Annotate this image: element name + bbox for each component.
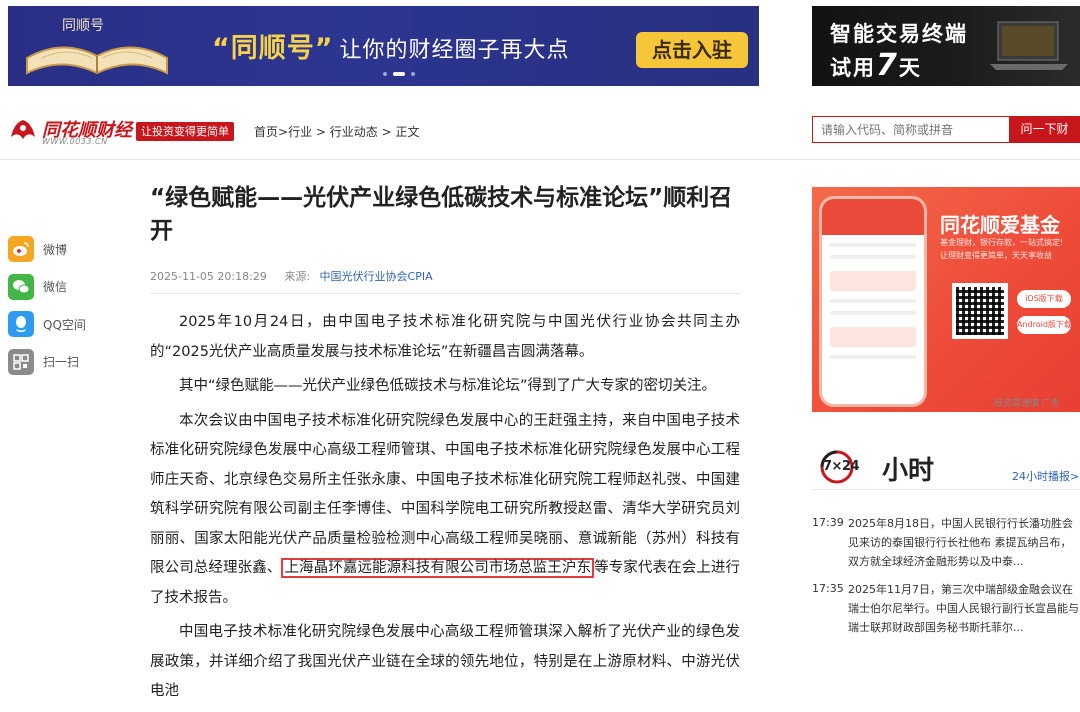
share-scan-label: 扫一扫 — [43, 355, 80, 369]
article: “绿色赋能——光伏产业绿色低碳技术与标准论坛”顺利召开 2025-11-05 2… — [150, 182, 740, 712]
banner-join-button[interactable]: 点击入驻 — [636, 32, 748, 68]
banner-slogan-tail: 让你的财经圈子再大点 — [339, 38, 570, 63]
article-source-label: 来源: — [284, 270, 311, 283]
stock-search-input[interactable] — [812, 116, 1010, 143]
ask-finance-button[interactable]: 问一下财 — [1009, 116, 1080, 143]
top-banner-ad[interactable]: 同顺号 “同顺号” 让你的财经圈子再大点 点击入驻 — [8, 6, 759, 86]
breadcrumb: 首页>行业 > 行业动态 > 正文 — [254, 123, 420, 140]
carousel-dots — [380, 72, 418, 76]
ths-logo-icon[interactable] — [8, 117, 38, 143]
qzone-icon — [8, 311, 34, 337]
share-wechat[interactable]: 微信 — [8, 273, 108, 300]
android-download-button[interactable]: Android版下载 — [1017, 316, 1072, 334]
article-source-link[interactable]: 中国光伏行业协会CPIA — [320, 270, 433, 283]
article-date: 2025-11-05 20:18:29 — [150, 270, 267, 283]
breadcrumb-industry-news[interactable]: 行业动态 — [330, 125, 378, 139]
trading-ad-line2: 试用7天 — [830, 48, 922, 83]
trading-ad-days: 7 — [876, 48, 899, 83]
wechat-icon — [8, 273, 34, 300]
article-paragraph: 本次会议由中国电子技术标准化研究院绿色发展中心的王赶强主持，来自中国电子技术标准… — [150, 407, 740, 614]
trading-terminal-ad[interactable]: 智能交易终端 试用7天 — [812, 6, 1080, 86]
share-weibo[interactable]: 微博 — [8, 236, 108, 262]
news-7x24-badge: 7×24 — [823, 459, 860, 474]
fund-app-subtitle: 基金理财，银行存款，一站式搞定! — [940, 238, 1064, 247]
carousel-dot-active[interactable] — [393, 72, 405, 76]
trading-ad-prefix: 试用 — [830, 56, 876, 80]
article-title: “绿色赋能——光伏产业绿色低碳技术与标准论坛”顺利召开 — [150, 185, 733, 244]
news-list: 17:39 2025年8月18日，中国人民银行行长潘功胜会见来访的泰国银行行长社… — [812, 514, 1080, 646]
fund-app-title: 同花顺爱基金 — [940, 213, 1060, 237]
weibo-icon — [8, 236, 34, 262]
breadcrumb-sep: > — [312, 125, 330, 139]
qr-code — [952, 283, 1008, 339]
share-qzone-label: QQ空间 — [43, 317, 86, 332]
article-paragraph: 其中“绿色赋能——光伏产业绿色低碳技术与标准论坛”得到了广大专家的密切关注。 — [179, 378, 717, 394]
laptop-icon — [990, 21, 1068, 70]
banner-slogan: “同顺号” 让你的财经圈子再大点 — [212, 26, 570, 65]
share-sidebar: 微博 微信 QQ空间 扫一扫 — [8, 236, 108, 386]
ios-download-button[interactable]: iOS版下载 — [1017, 290, 1071, 308]
breadcrumb-current: 正文 — [395, 125, 420, 139]
site-slogan-badge: 让投资变得更简单 — [136, 122, 234, 141]
article-body: 2025年10月24日，由中国电子技术标准化研究院与中国光伏行业协会共同主办的“… — [150, 308, 740, 707]
article-meta: 2025-11-05 20:18:29 来源: 中国光伏行业协会CPIA — [150, 268, 740, 294]
fund-app-ad[interactable]: 同花顺爱基金 基金理财，银行存款，一站式搞定! 让理财变得更简单，天天享收益 i… — [812, 187, 1080, 412]
paragraph-text: 本次会议由中国电子技术标准化研究院绿色发展中心的王赶强主持，来自中国电子技术标准… — [150, 412, 740, 577]
news-7x24-title: 小时 — [882, 456, 935, 486]
trading-ad-suffix: 天 — [898, 56, 922, 80]
news-text[interactable]: 2025年8月18日，中国人民银行行长潘功胜会见来访的泰国银行行长社他布 素提瓦… — [848, 514, 1080, 571]
breadcrumb-industry[interactable]: 行业 — [288, 125, 312, 139]
share-qzone[interactable]: QQ空间 — [8, 311, 108, 337]
phone-mockup — [822, 199, 924, 404]
banner-slogan-main: “同顺号” — [212, 33, 334, 64]
ad-disclaimer: 投资需谨慎 广告 — [994, 399, 1060, 409]
qrcode-icon — [8, 348, 34, 375]
breadcrumb-sep: > — [278, 125, 289, 139]
trading-ad-line1: 智能交易终端 — [830, 22, 968, 46]
news-text[interactable]: 2025年11月7日，第三次中瑞部级金融会议在瑞士伯尔尼举行。中国人民银行副行长… — [848, 580, 1080, 637]
site-logo-url: WWW.0033.CN — [42, 137, 108, 146]
carousel-dot[interactable] — [411, 72, 415, 76]
site-header: 同花顺财经 WWW.0033.CN 让投资变得更简单 首页>行业 > 行业动态 … — [0, 100, 1080, 160]
list-item[interactable]: 17:39 2025年8月18日，中国人民银行行长潘功胜会见来访的泰国银行行长社… — [812, 514, 1080, 580]
svg-text:同顺号: 同顺号 — [62, 18, 104, 34]
highlighted-speaker: 上海晶环嘉远能源科技有限公司市场总监王沪东 — [281, 558, 595, 578]
news-24h-link[interactable]: 24小时播报>> — [1012, 468, 1080, 484]
share-wechat-label: 微信 — [43, 280, 68, 294]
carousel-dot[interactable] — [383, 72, 387, 76]
news-7x24-header: 7×24 小时 24小时播报>> — [812, 446, 1080, 490]
breadcrumb-home[interactable]: 首页 — [254, 125, 278, 139]
share-scan[interactable]: 扫一扫 — [8, 348, 108, 375]
fund-app-subtitle: 让理财变得更简单，天天享收益 — [940, 251, 1052, 260]
news-time: 17:35 — [812, 582, 844, 595]
breadcrumb-sep: > — [377, 125, 396, 139]
news-time: 17:39 — [812, 516, 844, 529]
share-weibo-label: 微博 — [43, 242, 68, 257]
list-item[interactable]: 17:35 2025年11月7日，第三次中瑞部级金融会议在瑞士伯尔尼举行。中国人… — [812, 580, 1080, 646]
article-paragraph: 中国电子技术标准化研究院绿色发展中心高级工程师管琪深入解析了光伏产业的绿色发展政… — [150, 624, 740, 699]
open-book-icon: 同顺号 — [26, 18, 168, 75]
article-paragraph: 2025年10月24日，由中国电子技术标准化研究院与中国光伏行业协会共同主办的“… — [150, 314, 740, 360]
